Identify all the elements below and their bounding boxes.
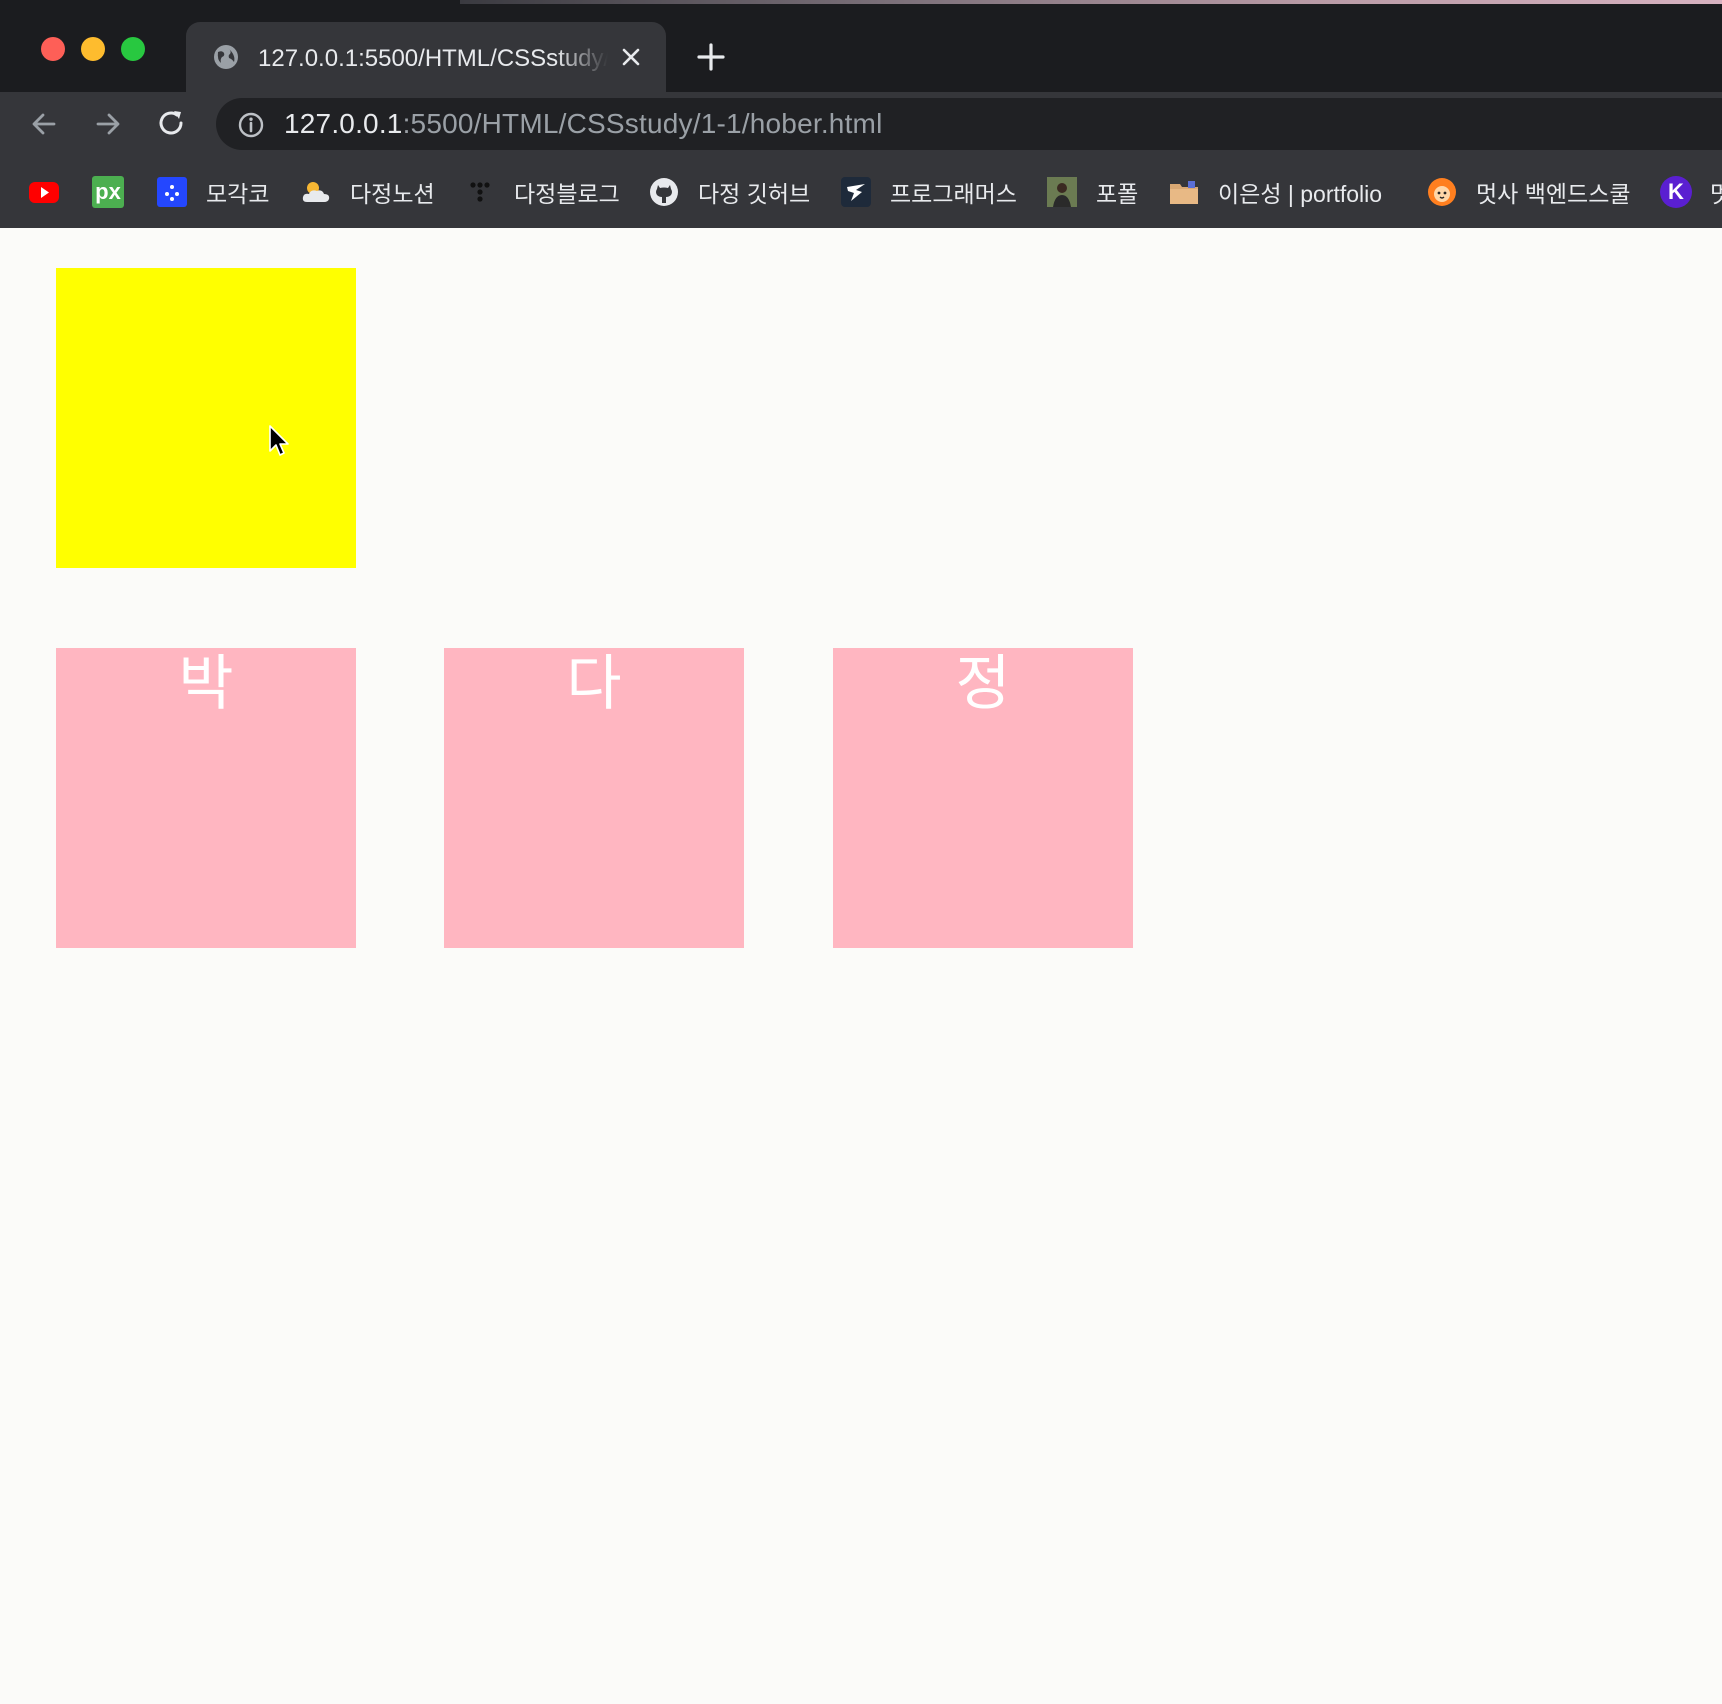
photo-icon xyxy=(1047,177,1077,207)
box-label: 정 xyxy=(955,649,1011,719)
bookmark-blog[interactable]: 다정블로그 xyxy=(464,172,620,212)
bookmark-youtube[interactable] xyxy=(28,172,60,212)
new-tab-button[interactable] xyxy=(694,40,728,74)
reload-button[interactable] xyxy=(154,106,190,142)
bookmark-k[interactable]: K 멋 xyxy=(1660,172,1722,212)
bookmark-label: 이은성 | portfolio xyxy=(1218,181,1383,207)
info-icon[interactable] xyxy=(236,110,266,140)
close-icon[interactable] xyxy=(618,44,644,70)
globe-icon xyxy=(214,45,238,69)
box-label: 박 xyxy=(178,649,234,719)
mouse-cursor-icon xyxy=(269,425,289,456)
window-minimize-button[interactable] xyxy=(81,37,105,61)
weather-icon xyxy=(302,182,330,202)
pink-box-3[interactable]: 정 xyxy=(833,648,1133,948)
bookmark-likelion[interactable]: 멋사 백엔드스쿨 xyxy=(1426,172,1631,212)
window-maximize-button[interactable] xyxy=(121,37,145,61)
px-icon: px xyxy=(92,176,124,208)
bookmark-mogakco[interactable]: 모각코 xyxy=(156,172,269,212)
bookmark-programmers[interactable]: 프로그래머스 xyxy=(840,172,1017,212)
bookmarks-bar: px 모각코 다정노션 다정블로그 다정 깃허브 프로그래머스 포폴 이은성 |… xyxy=(0,156,1722,228)
hover-box-yellow[interactable] xyxy=(56,268,356,568)
bookmark-label: 멋사 백엔드스쿨 xyxy=(1476,181,1631,207)
box-label: 다 xyxy=(566,649,622,719)
bookmark-label: 포폴 xyxy=(1096,181,1139,207)
folder-icon xyxy=(1170,181,1198,204)
bookmark-notion[interactable]: 다정노션 xyxy=(300,172,435,212)
browser-chrome: 127.0.0.1:5500/HTML/CSSstudy/1-1/hober.h… xyxy=(0,0,1722,228)
bookmark-portfolio[interactable]: 이은성 | portfolio xyxy=(1168,172,1382,212)
k-icon: K xyxy=(1660,176,1692,208)
page-content: 박 다 정 xyxy=(0,228,1722,1704)
forward-button[interactable] xyxy=(90,106,126,142)
bookmark-label: 멋 xyxy=(1710,181,1722,207)
lion-icon xyxy=(1428,178,1456,206)
github-icon xyxy=(650,178,678,206)
bookmark-label: 다정 깃허브 xyxy=(698,181,811,207)
bookmark-label: 다정블로그 xyxy=(514,181,620,207)
bookmark-portfolio-short[interactable]: 포폴 xyxy=(1046,172,1138,212)
window-close-button[interactable] xyxy=(41,37,65,61)
pink-box-2[interactable]: 다 xyxy=(444,648,744,948)
tistory-icon xyxy=(470,182,490,202)
bookmark-label: 모각코 xyxy=(206,181,270,207)
tab-title: 127.0.0.1:5500/HTML/CSSstudy/1-1/hober.h… xyxy=(258,45,608,72)
tab-active[interactable]: 127.0.0.1:5500/HTML/CSSstudy/1-1/hober.h… xyxy=(186,22,666,92)
bookmark-label: 다정노션 xyxy=(350,181,435,207)
url-path: :5500/HTML/CSSstudy/1-1/hober.html xyxy=(402,108,883,139)
programmers-icon xyxy=(841,177,871,207)
bookmark-px[interactable]: px xyxy=(92,172,124,212)
back-button[interactable] xyxy=(26,106,62,142)
pink-box-1[interactable]: 박 xyxy=(56,648,356,948)
address-bar[interactable]: 127.0.0.1:5500/HTML/CSSstudy/1-1/hober.h… xyxy=(216,98,1722,150)
tab-strip-highlight xyxy=(460,0,1722,4)
app-icon xyxy=(157,177,187,207)
tab-strip: 127.0.0.1:5500/HTML/CSSstudy/1-1/hober.h… xyxy=(0,0,1722,92)
url-text[interactable]: 127.0.0.1:5500/HTML/CSSstudy/1-1/hober.h… xyxy=(284,106,883,142)
bookmark-github[interactable]: 다정 깃허브 xyxy=(648,172,810,212)
toolbar: 127.0.0.1:5500/HTML/CSSstudy/1-1/hober.h… xyxy=(0,92,1722,156)
bookmark-label: 프로그래머스 xyxy=(890,181,1017,207)
youtube-icon xyxy=(29,182,59,203)
url-host: 127.0.0.1 xyxy=(284,108,403,139)
